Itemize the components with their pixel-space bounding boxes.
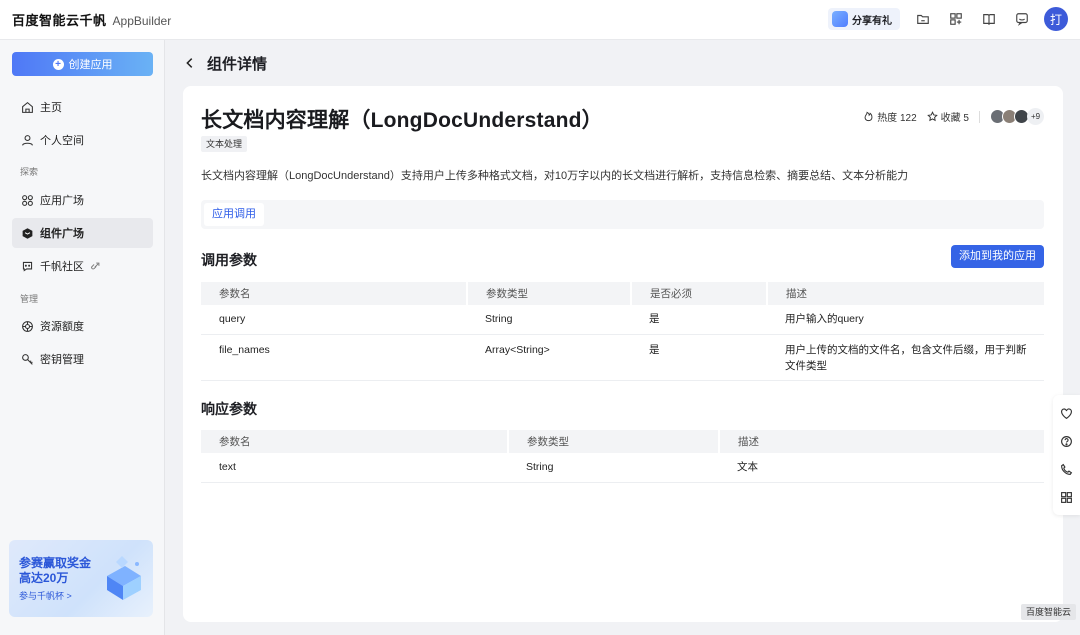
book-icon[interactable]	[978, 9, 999, 30]
promo-banner[interactable]: 参赛赢取奖金高达20万 参与千帆杯 >	[9, 540, 153, 617]
phone-icon[interactable]	[1060, 463, 1073, 476]
trophy-art-icon	[107, 556, 141, 600]
tab-app-call[interactable]: 应用调用	[204, 203, 264, 226]
tab-bar: 应用调用	[201, 200, 1044, 229]
param-required: 是	[631, 334, 767, 381]
external-link-icon	[91, 262, 100, 269]
gift-icon	[832, 11, 848, 27]
sidebar-item-personal-space[interactable]: 个人空间	[12, 125, 153, 155]
add-to-my-app-button[interactable]: 添加到我的应用	[951, 245, 1044, 268]
star-icon	[926, 111, 938, 122]
sidebar: + 创建应用 主页 个人空间 探索 应用广场 组件广场 千帆社区 管理 资源额度…	[0, 40, 165, 635]
column-header: 参数名	[201, 282, 468, 305]
plus-icon: +	[52, 58, 64, 70]
help-icon[interactable]	[1060, 435, 1073, 448]
create-app-label: 创建应用	[68, 59, 113, 71]
table-header-row: 参数名 参数类型 描述	[201, 430, 1044, 453]
sidebar-item-component-square[interactable]: 组件广场	[12, 218, 153, 248]
column-header: 参数名	[201, 430, 509, 453]
share-gift-button[interactable]: 分享有礼	[828, 8, 900, 30]
param-name: text	[201, 453, 508, 483]
column-header: 描述	[719, 430, 1044, 453]
response-params-title: 响应参数	[201, 401, 257, 417]
promo-title: 参赛赢取奖金高达20万	[19, 556, 92, 585]
promo-link[interactable]: 参与千帆杯 >	[19, 589, 72, 602]
table-row: file_names Array<String> 是 用户上传的文档的文件名，包…	[201, 334, 1044, 381]
sidebar-item-home[interactable]: 主页	[12, 92, 153, 122]
sidebar-item-keys[interactable]: 密钥管理	[12, 344, 153, 374]
param-type: String	[508, 453, 719, 483]
logo[interactable]: 百度智能云千帆 AppBuilder	[12, 10, 171, 29]
page-header: 组件详情	[183, 52, 267, 74]
sidebar-section-explore: 探索	[20, 167, 39, 177]
heat-label: 热度 122	[877, 113, 917, 124]
param-description: 用户上传的文档的文件名，包含文件后缀，用于判断文件类型	[767, 334, 1044, 381]
category-tag: 文本处理	[201, 136, 248, 152]
call-params-table: 参数名 参数类型 是否必须 描述 query String 是 用户输入的que…	[201, 282, 1044, 381]
sidebar-item-label: 密钥管理	[40, 354, 84, 366]
folder-icon[interactable]	[912, 9, 933, 30]
apps-grid-icon	[22, 194, 33, 206]
param-name: file_names	[201, 334, 467, 381]
column-header: 描述	[767, 282, 1044, 305]
user-avatar[interactable]: 打	[1044, 7, 1068, 31]
heat-stat: 热度 122	[863, 109, 917, 124]
brand-corner-badge: 百度智能云	[1020, 604, 1076, 620]
column-header: 参数类型	[467, 282, 632, 305]
component-title: 长文档内容理解（LongDocUnderstand）	[201, 109, 603, 132]
component-description: 长文档内容理解（LongDocUnderstand）支持用户上传多种格式文档，对…	[201, 170, 909, 182]
sidebar-item-community[interactable]: 千帆社区	[12, 251, 153, 281]
response-params-table: 参数名 参数类型 描述 text String 文本	[201, 430, 1044, 483]
page-title: 组件详情	[207, 55, 268, 73]
sidebar-section-manage: 管理	[20, 294, 39, 304]
logo-brand: 百度智能云千帆	[12, 13, 107, 28]
top-bar: 百度智能云千帆 AppBuilder 分享有礼 打	[0, 0, 1080, 40]
sidebar-item-label: 主页	[40, 102, 62, 114]
quota-icon	[22, 320, 33, 332]
param-description: 用户输入的query	[767, 305, 1044, 335]
back-arrow-icon[interactable]	[183, 56, 197, 70]
create-app-button[interactable]: + 创建应用	[12, 52, 153, 76]
floating-toolbar	[1053, 395, 1080, 515]
logo-product: AppBuilder	[112, 14, 172, 28]
param-type: Array<String>	[467, 334, 631, 381]
user-icon	[22, 134, 33, 146]
call-params-title: 调用参数	[201, 252, 257, 268]
param-description: 文本	[719, 453, 1044, 483]
home-icon	[22, 101, 33, 113]
table-row: query String 是 用户输入的query	[201, 305, 1044, 335]
column-header: 是否必须	[631, 282, 768, 305]
component-stats: 热度 122 收藏 5 +9	[863, 108, 1044, 125]
sidebar-item-label: 个人空间	[40, 135, 84, 147]
sidebar-item-label: 资源额度	[40, 321, 84, 333]
favorite-label: 收藏 5	[940, 113, 969, 124]
sidebar-item-app-square[interactable]: 应用广场	[12, 185, 153, 215]
sidebar-item-label: 组件广场	[40, 228, 84, 240]
param-name: query	[201, 305, 467, 335]
sidebar-item-quota[interactable]: 资源额度	[12, 311, 153, 341]
fire-icon	[864, 111, 873, 122]
table-header-row: 参数名 参数类型 是否必须 描述	[201, 282, 1044, 305]
column-header: 参数类型	[508, 430, 720, 453]
user-avatars[interactable]: +9	[990, 108, 1044, 125]
sidebar-item-label: 千帆社区	[40, 261, 84, 273]
stats-divider	[979, 110, 980, 123]
more-users-count: +9	[1027, 108, 1044, 125]
grid-icon[interactable]	[1060, 491, 1073, 504]
component-detail-card: 长文档内容理解（LongDocUnderstand） 文本处理 热度 122 收…	[183, 86, 1063, 622]
table-row: text String 文本	[201, 453, 1044, 483]
favorite-button[interactable]: 收藏 5	[926, 109, 969, 124]
key-icon	[22, 353, 33, 365]
community-icon	[22, 261, 33, 272]
share-gift-label: 分享有礼	[852, 15, 892, 27]
heart-icon[interactable]	[1060, 407, 1073, 420]
feedback-icon[interactable]	[1011, 9, 1032, 30]
sidebar-item-label: 应用广场	[40, 195, 84, 207]
grid-apps-icon[interactable]	[945, 9, 966, 30]
param-required: 是	[631, 305, 767, 335]
cube-icon	[22, 227, 33, 239]
param-type: String	[467, 305, 631, 335]
